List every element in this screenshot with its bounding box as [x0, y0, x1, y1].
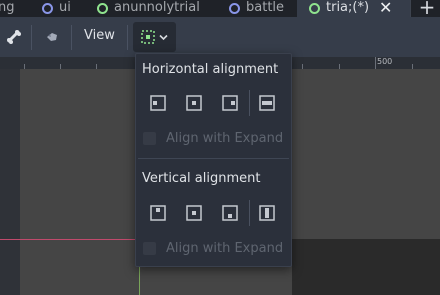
- align-top-icon[interactable]: [149, 204, 167, 222]
- close-icon[interactable]: ✕: [379, 0, 392, 17]
- node-ring-blue-icon: [42, 3, 53, 14]
- tab-anunnolytrial[interactable]: anunnolytrial: [97, 0, 217, 17]
- toolbar-separator: [71, 25, 72, 50]
- node-ring-blue-icon: [229, 3, 240, 14]
- toolbar-separator: [31, 25, 32, 50]
- align-middle-icon[interactable]: [185, 204, 203, 222]
- ruler-label: 500: [377, 57, 393, 66]
- popup-separator: [249, 90, 250, 116]
- align-expand-label: Align with Expand: [166, 131, 284, 146]
- anchor-layout-button[interactable]: [133, 22, 176, 52]
- tab-label: anunnolytrial: [114, 0, 200, 15]
- tab-label: tria;(*): [326, 0, 370, 15]
- checkbox[interactable]: [143, 132, 156, 145]
- anchor-preset-icon: [141, 30, 155, 44]
- popup-divider: [138, 158, 289, 159]
- camera-override-icon[interactable]: [42, 27, 62, 47]
- tab-tria[interactable]: tria;(*): [297, 0, 410, 17]
- canvas-toolbar: View: [0, 17, 440, 57]
- vertical-ruler: [0, 69, 20, 295]
- align-bottom-icon[interactable]: [221, 204, 239, 222]
- tab-ng[interactable]: ng: [0, 0, 32, 17]
- chevron-down-icon: [159, 34, 168, 40]
- editor-root: ng ui anunnolytrial battle tria;(*) ✕ +: [0, 0, 440, 295]
- tab-battle[interactable]: battle: [229, 0, 291, 17]
- tab-separator: [410, 0, 411, 17]
- popup-separator: [249, 200, 250, 226]
- horizontal-align-expand-row[interactable]: Align with Expand: [143, 131, 283, 146]
- horizontal-alignment-title: Horizontal alignment: [142, 62, 279, 77]
- align-center-icon[interactable]: [185, 94, 203, 112]
- tab-label: ui: [59, 0, 71, 15]
- align-begin-icon[interactable]: [149, 94, 167, 112]
- node-ring-green-icon: [309, 3, 320, 14]
- view-menu-button[interactable]: View: [84, 28, 115, 43]
- tab-label: battle: [246, 0, 285, 15]
- toolbar-separator: [127, 25, 128, 50]
- align-end-icon[interactable]: [221, 94, 239, 112]
- anchor-alignment-popup: Horizontal alignment Align with Expand V…: [135, 53, 292, 267]
- align-expand-label: Align with Expand: [166, 241, 284, 256]
- checkbox[interactable]: [143, 242, 156, 255]
- vertical-align-expand-row[interactable]: Align with Expand: [143, 241, 283, 256]
- node-ring-green-icon: [97, 3, 108, 14]
- align-fill-icon[interactable]: [258, 94, 276, 112]
- bone-icon[interactable]: [4, 27, 24, 47]
- tab-ui[interactable]: ui: [42, 0, 82, 17]
- add-tab-icon[interactable]: +: [414, 0, 440, 19]
- scene-rect: [292, 239, 440, 295]
- scene-tab-bar: ng ui anunnolytrial battle tria;(*) ✕ +: [0, 0, 440, 19]
- tab-label: ng: [0, 0, 15, 15]
- align-vertical-fill-icon[interactable]: [258, 204, 276, 222]
- vertical-alignment-title: Vertical alignment: [142, 171, 261, 186]
